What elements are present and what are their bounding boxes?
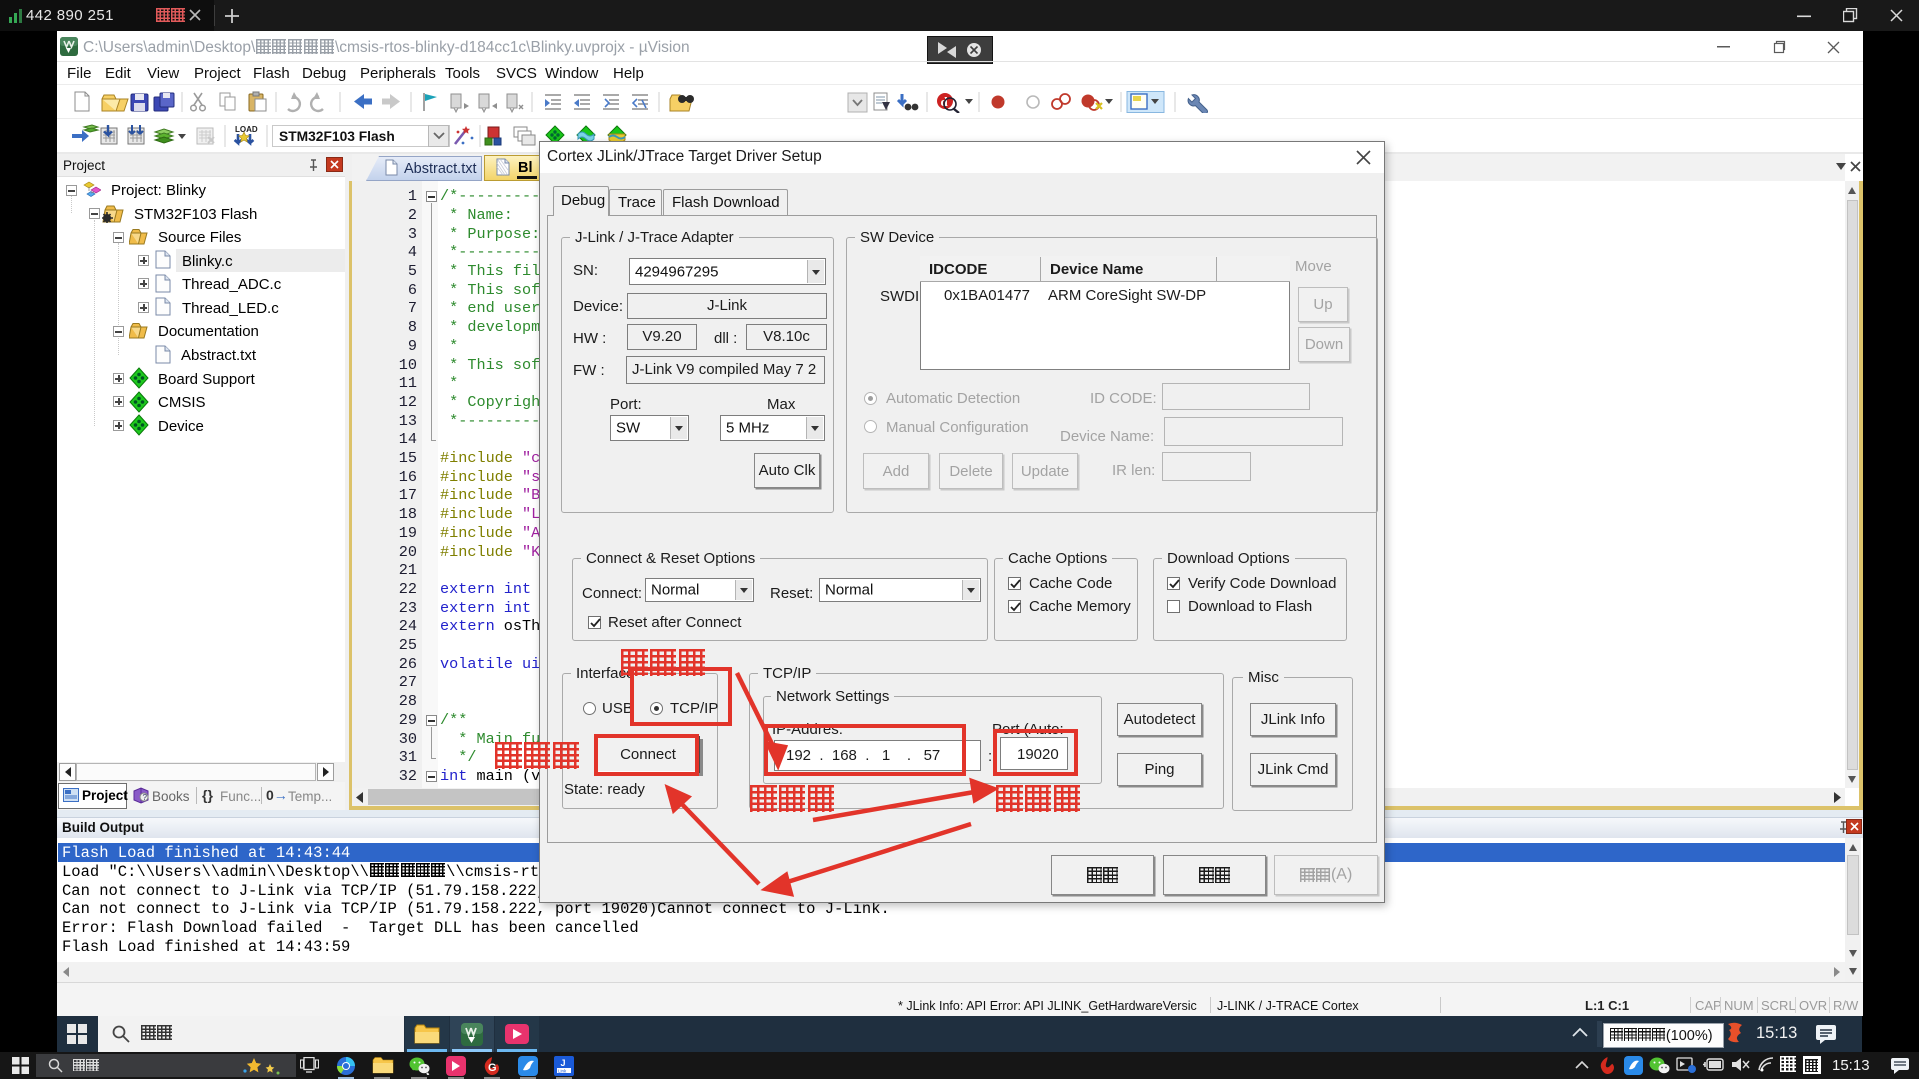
svg-text:?: ? [143, 793, 148, 802]
svg-text:Link: Link [558, 1068, 567, 1073]
svg-text:J: J [561, 1058, 566, 1068]
svg-text:LOAD: LOAD [235, 125, 258, 134]
svg-text:G: G [488, 1062, 497, 1074]
